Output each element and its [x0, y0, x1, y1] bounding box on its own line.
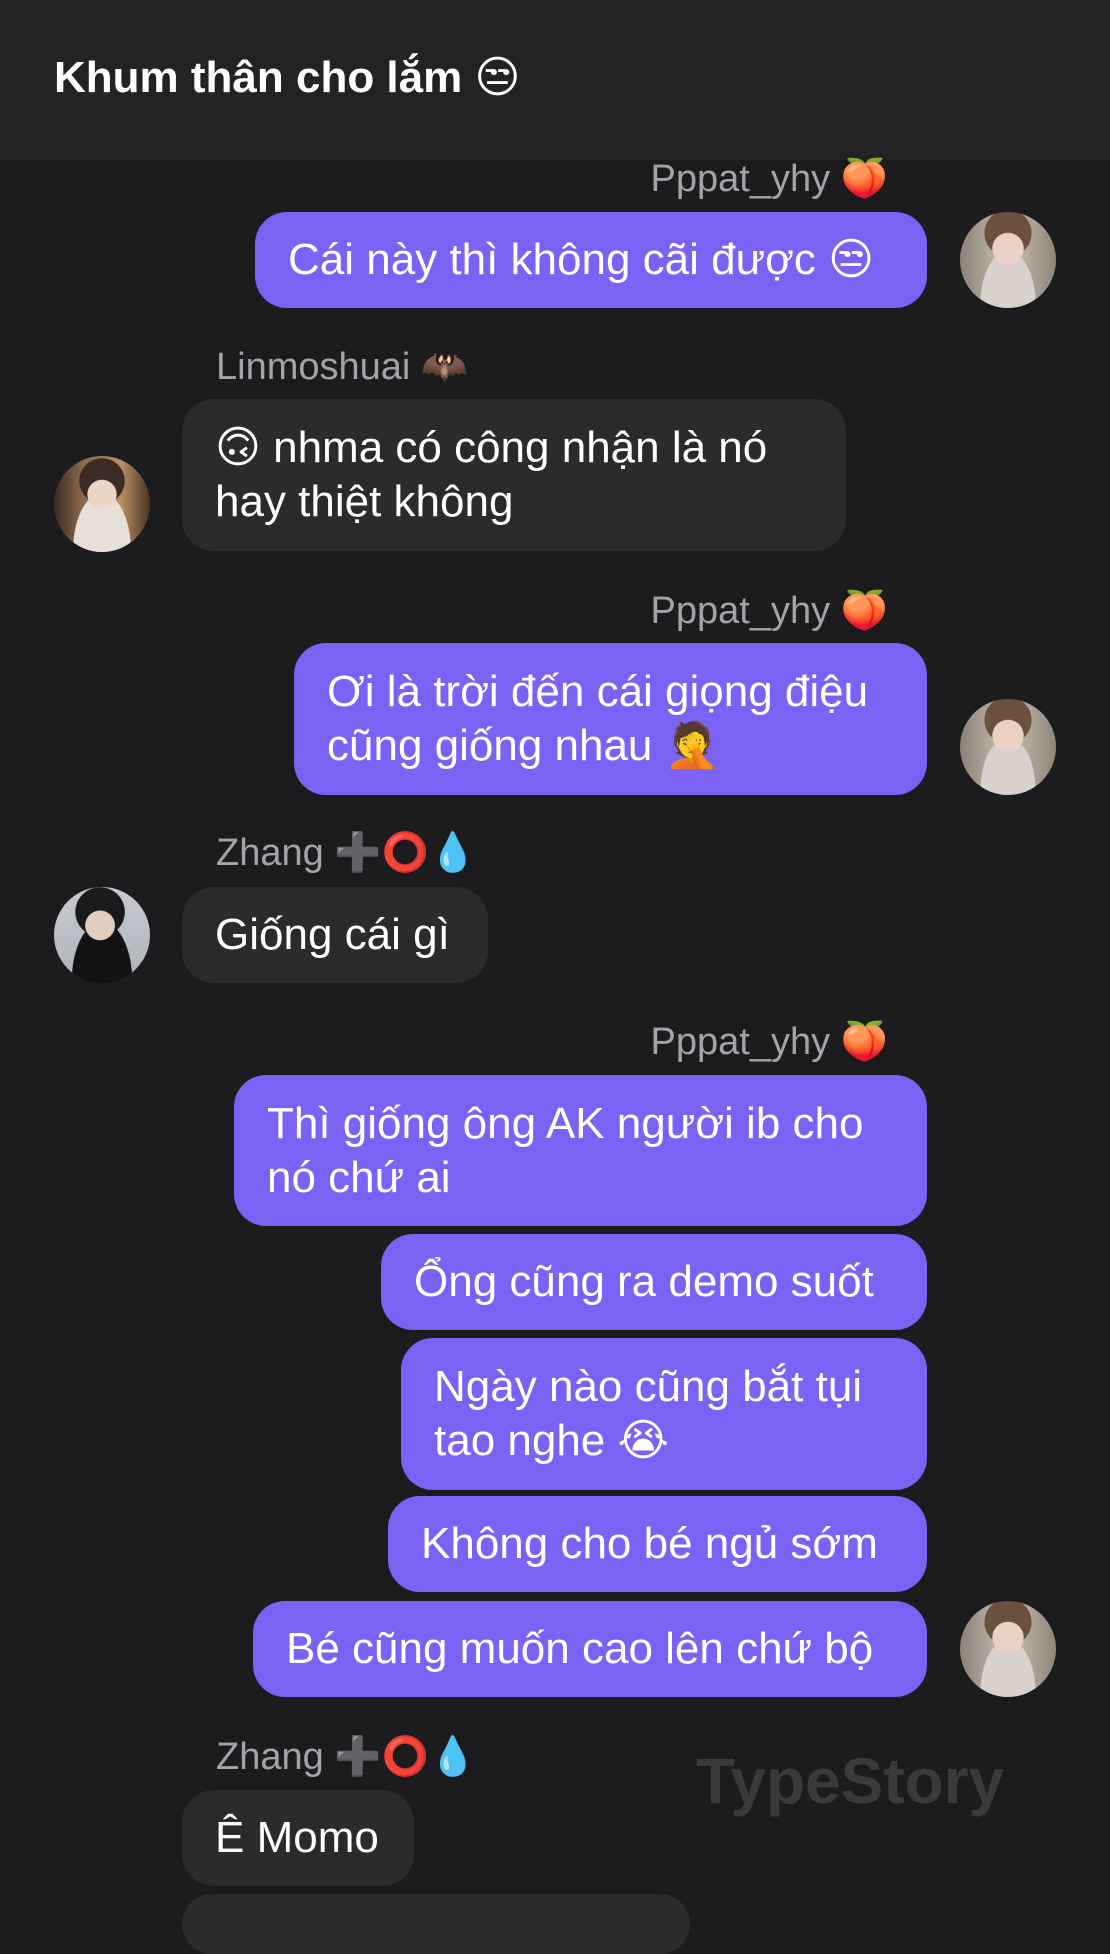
sender-name-text: Linmoshuai: [216, 346, 411, 388]
sender-name-zhang: Zhang ➕⭕💧: [216, 1734, 476, 1779]
message-text: nhma có công nhận là nó hay thiệt không: [215, 423, 768, 526]
avatar-pppat[interactable]: [960, 699, 1056, 795]
unamused-emoji-icon: 😒: [828, 234, 875, 285]
sender-name-text: Pppat_yhy: [650, 590, 831, 632]
sender-name-pppat: Pppat_yhy 🍑: [651, 588, 888, 633]
message-bubble-outgoing[interactable]: Không cho bé ngủ sớm: [388, 1496, 927, 1592]
message-bubble-incoming[interactable]: Ê Momo: [182, 1790, 414, 1886]
message-text: Không cho bé ngủ sớm: [421, 1519, 878, 1568]
message-text: Cái này thì không cãi được: [288, 235, 816, 284]
sender-name-text: Zhang: [216, 832, 324, 874]
avatar-pppat[interactable]: [960, 212, 1056, 308]
chat-title[interactable]: Khum thân cho lắm 😒: [54, 52, 520, 103]
message-text: Thì giống ông AK người ib cho nó chứ ai: [267, 1098, 864, 1202]
avatar-linmoshuai[interactable]: [54, 456, 150, 552]
message-text: Ê Momo: [215, 1813, 379, 1862]
bat-emoji-icon: 🦇: [420, 344, 469, 388]
sender-name-pppat: Pppat_yhy 🍑: [651, 156, 888, 201]
peach-emoji-icon: 🍑: [840, 1019, 888, 1063]
chat-header: Khum thân cho lắm 😒: [0, 0, 1110, 160]
message-bubble-incoming-partial[interactable]: [182, 1894, 690, 1954]
sender-name-lin: Linmoshuai 🦇: [216, 344, 468, 389]
message-text: Bé cũng muốn cao lên chứ bộ: [286, 1624, 874, 1673]
peach-emoji-icon: 🍑: [840, 588, 888, 632]
message-bubble-outgoing[interactable]: Bé cũng muốn cao lên chứ bộ: [253, 1601, 927, 1697]
message-text: Ổng cũng ra demo suốt: [414, 1257, 874, 1306]
message-bubble-outgoing[interactable]: Cái này thì không cãi được 😒: [255, 212, 927, 308]
typestory-watermark: TypeStory: [696, 1745, 1005, 1817]
avatar-pppat[interactable]: [960, 1601, 1056, 1697]
sender-name-pppat: Pppat_yhy 🍑: [651, 1019, 888, 1064]
message-bubble-outgoing[interactable]: Thì giống ông AK người ib cho nó chứ ai: [234, 1075, 927, 1226]
sender-name-text: Zhang: [216, 1736, 324, 1778]
facepalm-emoji-icon: 🤦: [664, 720, 720, 771]
message-text: Giống cái gì: [215, 910, 450, 959]
avatar-zhang[interactable]: [54, 887, 150, 983]
peach-emoji-icon: 🍑: [840, 156, 888, 200]
message-text: Ơi là trời đến cái giọng điệu cũng giống…: [327, 667, 869, 770]
plus-circle-droplet-emoji-icon: ➕⭕💧: [334, 830, 477, 874]
plus-circle-droplet-emoji-icon: ➕⭕💧: [334, 1734, 477, 1778]
sender-name-text: Pppat_yhy: [650, 1021, 831, 1063]
unamused-emoji-icon: 😒: [474, 52, 521, 103]
upside-down-face-emoji-icon: 🙃: [215, 422, 261, 473]
message-bubble-incoming[interactable]: 🙃 nhma có công nhận là nó hay thiệt khôn…: [182, 399, 846, 551]
crying-emoji-icon: 😭: [617, 1415, 669, 1466]
sender-name-zhang: Zhang ➕⭕💧: [216, 830, 476, 875]
message-bubble-incoming[interactable]: Giống cái gì: [182, 887, 488, 983]
message-bubble-outgoing[interactable]: Ơi là trời đến cái giọng điệu cũng giống…: [294, 643, 927, 795]
sender-name-text: Pppat_yhy: [650, 158, 831, 200]
chat-title-text: Khum thân cho lắm: [54, 53, 463, 102]
message-bubble-outgoing[interactable]: Ổng cũng ra demo suốt: [381, 1234, 927, 1330]
message-bubble-outgoing[interactable]: Ngày nào cũng bắt tụi tao nghe 😭: [401, 1338, 927, 1490]
